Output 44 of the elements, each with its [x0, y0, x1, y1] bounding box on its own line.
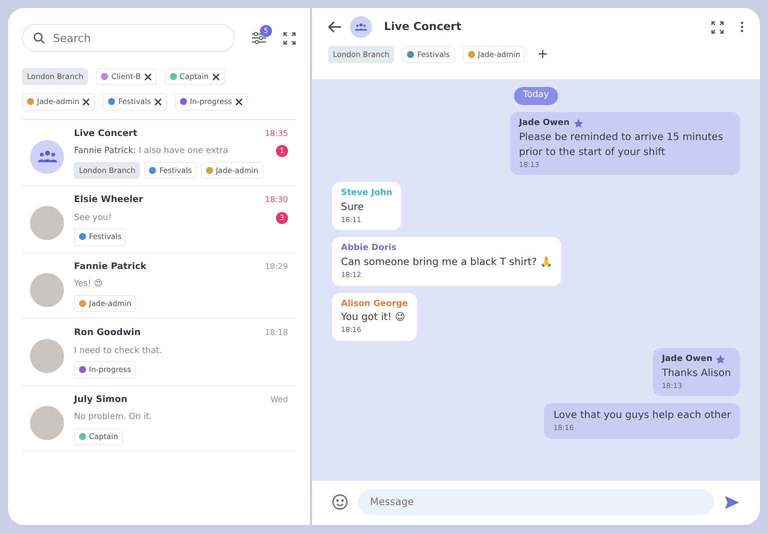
contact-name: July Simon [74, 394, 128, 406]
message-field[interactable]: Message [358, 489, 714, 515]
search-field[interactable]: Search [22, 24, 235, 52]
message-text: You got it! 😉 [341, 311, 406, 326]
date-divider: Today [514, 87, 558, 105]
chat-time: 18:29 [264, 260, 288, 272]
contact-name: Live Concert [74, 128, 138, 140]
sender-name: Steve John [341, 187, 392, 200]
chat-time: 18:30 [264, 194, 288, 206]
remove-icon[interactable] [144, 71, 152, 82]
expand-icon[interactable] [283, 32, 296, 44]
message-text: Please be reminded to arrive 15 minutes prior to the start of your shift [519, 130, 724, 160]
expand-icon[interactable] [711, 20, 724, 34]
chat-time: Wed [270, 394, 288, 406]
contact-name: Elsie Wheeler [74, 194, 144, 207]
more-options-icon[interactable] [740, 21, 744, 33]
message-text: Thanks Alison [662, 366, 731, 380]
contact-name: Ron Goodwin [74, 327, 141, 340]
remove-icon[interactable] [234, 96, 243, 108]
sender-name: Alison George [341, 298, 408, 310]
message-text: Can someone bring me a black T shirt? 🙏 [341, 256, 552, 270]
contact-name: Fannie Patrick [74, 260, 146, 274]
message-preview: I need to check that. [74, 344, 162, 358]
chat-time: 18:35 [264, 128, 288, 140]
back-arrow-icon[interactable] [328, 21, 342, 33]
message-text: Love that you guys help each other [553, 409, 731, 423]
add-tag-button[interactable]: + [537, 48, 548, 62]
send-icon[interactable] [724, 494, 740, 510]
message-preview: No problem. On it. [74, 411, 152, 424]
message-preview: Fannie Patrick: I also have one extra [74, 145, 228, 158]
emoji-icon[interactable] [332, 494, 348, 510]
message-preview: Yes! 😍 [74, 278, 103, 291]
group-avatar [350, 16, 372, 38]
conversation-title: Live Concert [384, 18, 462, 35]
remove-icon[interactable] [82, 96, 90, 108]
sender-name: Jade Owen [519, 116, 570, 130]
message-preview: See you! [74, 212, 112, 224]
message-text: Sure [341, 200, 365, 215]
search-icon [33, 32, 45, 44]
remove-icon[interactable] [154, 96, 162, 108]
chat-time: 18:18 [264, 327, 288, 339]
sender-name: Jade Owen [662, 352, 712, 366]
sender-name: Abbie Doris [341, 242, 396, 255]
remove-icon[interactable] [212, 71, 220, 82]
